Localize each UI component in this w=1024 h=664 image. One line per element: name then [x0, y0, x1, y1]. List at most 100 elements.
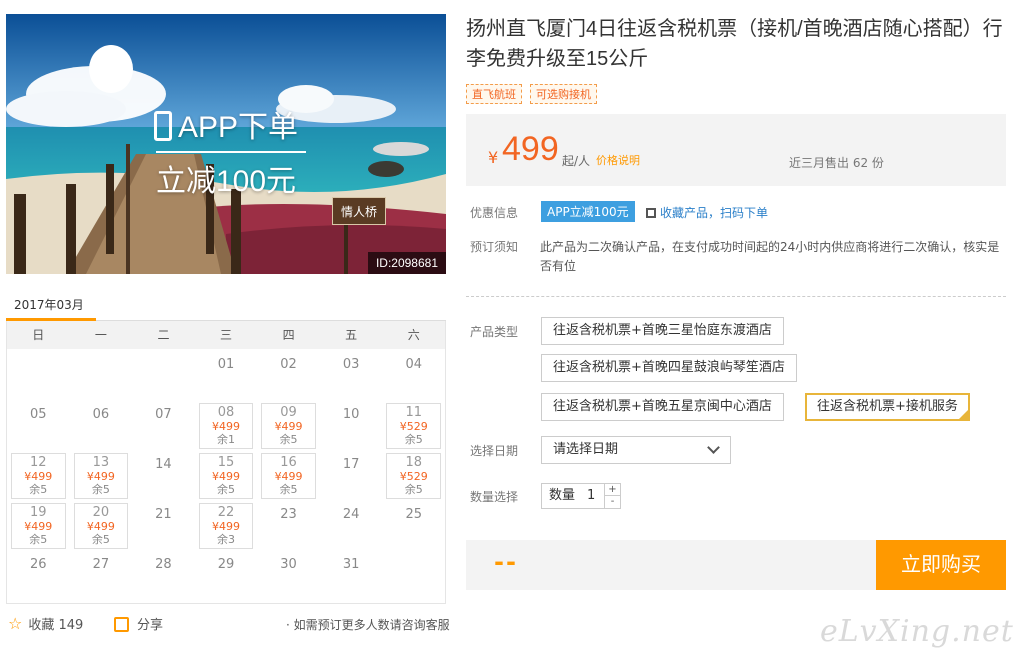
currency-symbol: ¥ — [488, 148, 499, 167]
quantity-stepper[interactable]: 数量 1 + - — [541, 483, 621, 509]
day-remaining: 余5 — [91, 533, 110, 546]
app-promo-discount: 立减100元 — [155, 165, 297, 198]
price-explain-link[interactable]: 价格说明 — [596, 152, 640, 168]
product-type-option-3[interactable]: 往返含税机票+首晚五星京闽中心酒店 — [541, 393, 784, 421]
day-price: ¥499 — [24, 520, 53, 533]
calendar-day: 02 — [257, 351, 320, 401]
bridge-sign: 情人桥 — [332, 197, 386, 225]
qr-order-label: 收藏产品，扫码下单 — [660, 206, 769, 220]
calendar-weekday-header: 日一二三四五六 — [7, 321, 445, 349]
day-number: 20 — [92, 505, 110, 520]
day-price: ¥499 — [86, 520, 115, 533]
day-remaining: 余5 — [91, 483, 110, 496]
date-label: 选择日期 — [470, 444, 519, 458]
day-number: 10 — [342, 407, 360, 422]
weekday-label: 二 — [157, 328, 170, 342]
phone-icon — [153, 111, 172, 141]
quantity-inner-label: 数量 — [549, 488, 576, 503]
day-number: 04 — [405, 357, 422, 372]
site-watermark: eLvXing.net — [820, 614, 1014, 649]
favorite-label: 收藏 — [28, 618, 55, 633]
calendar-day-available[interactable]: 18 ¥529 余5 — [386, 453, 441, 499]
day-remaining: 余5 — [279, 483, 298, 496]
day-number: 11 — [405, 405, 422, 420]
discount-label: 优惠信息 — [470, 206, 519, 220]
day-number: 23 — [280, 507, 297, 522]
day-number: 09 — [280, 405, 297, 420]
buy-now-button[interactable]: 立即购买 — [876, 540, 1006, 590]
day-number: 19 — [30, 505, 47, 520]
day-number: 02 — [280, 357, 297, 372]
calendar-day: 10 — [320, 401, 383, 451]
day-number: 17 — [342, 457, 360, 472]
product-type-option-4-label: 往返含税机票+接机服务 — [817, 399, 958, 414]
tag-direct-flight: 直飞航班 — [466, 84, 522, 104]
product-type-label: 产品类型 — [470, 325, 519, 339]
favorite-button[interactable]: ☆ 收藏 149 — [8, 614, 83, 633]
calendar-day: 21 — [132, 501, 195, 551]
weekday-label: 六 — [407, 328, 420, 342]
weekday-label: 一 — [94, 328, 107, 342]
day-number: 15 — [217, 455, 235, 470]
day-price: ¥499 — [211, 520, 240, 533]
quantity-value: 1 — [587, 488, 596, 503]
calendar-day-available[interactable]: 22 ¥499 余3 — [198, 503, 254, 549]
day-number: 22 — [217, 505, 235, 520]
weekday-label: 三 — [220, 328, 233, 342]
calendar-day: 27 — [70, 551, 133, 601]
calendar-month[interactable]: 2017年03月 — [14, 296, 84, 313]
price-amount: 499 — [502, 130, 559, 168]
quantity-decrease-button[interactable]: - — [604, 496, 620, 508]
day-price: ¥499 — [211, 470, 240, 483]
qr-code-icon — [646, 208, 656, 218]
calendar-day: 23 — [257, 501, 320, 551]
day-remaining: 余5 — [279, 433, 298, 446]
calendar-day: 01 — [195, 351, 258, 401]
calendar-day-available[interactable]: 08 ¥499 余1 — [198, 403, 254, 449]
calendar-day-available[interactable]: 16 ¥499 余5 — [261, 453, 316, 499]
calendar-day-available[interactable]: 09 ¥499 余5 — [261, 403, 316, 449]
day-number: 03 — [342, 357, 360, 372]
app-promo-title: APP下单 — [6, 102, 446, 146]
calendar-day-available[interactable]: 12 ¥499 余5 — [11, 453, 66, 499]
product-type-option-1[interactable]: 往返含税机票+首晚三星怡庭东渡酒店 — [541, 317, 784, 345]
date-select[interactable]: 请选择日期 — [541, 436, 731, 464]
contact-note: · 如需预订更多人数请咨询客服 — [286, 618, 450, 632]
qr-order-link[interactable]: 收藏产品，扫码下单 — [646, 204, 768, 221]
day-remaining: 余3 — [216, 533, 235, 546]
day-number: 21 — [155, 507, 172, 522]
calendar-day: 04 — [382, 351, 445, 401]
calendar-day-available[interactable]: 11 ¥529 余5 — [386, 403, 441, 449]
day-number: 25 — [405, 507, 422, 522]
share-button[interactable]: 分享 — [114, 614, 163, 633]
quantity-increase-button[interactable]: + — [604, 484, 620, 496]
calendar-day-empty — [7, 351, 70, 401]
notice-label: 预订须知 — [470, 240, 519, 254]
product-type-option-2[interactable]: 往返含税机票+首晚四星鼓浪屿琴笙酒店 — [541, 354, 797, 382]
price-unit: 起/人 — [562, 154, 591, 168]
tag-pickup: 可选购接机 — [530, 84, 597, 104]
weekday-label: 日 — [32, 328, 45, 342]
day-price: ¥529 — [399, 420, 428, 433]
day-number: 14 — [155, 457, 172, 472]
calendar-day-available[interactable]: 19 ¥499 余5 — [11, 503, 66, 549]
day-number: 29 — [217, 557, 235, 572]
app-promo-text: APP下单 — [177, 111, 299, 144]
favorite-count: 149 — [58, 618, 84, 633]
day-number: 08 — [217, 405, 235, 420]
day-remaining: 余5 — [216, 483, 235, 496]
product-type-option-4-selected[interactable]: 往返含税机票+接机服务 — [805, 393, 970, 421]
calendar-day-empty — [132, 351, 195, 401]
calendar-day-available[interactable]: 15 ¥499 余5 — [198, 453, 254, 499]
calendar-day: 03 — [320, 351, 383, 401]
day-number: 06 — [92, 407, 110, 422]
promo-divider — [156, 151, 306, 153]
calendar-day: 07 — [132, 401, 195, 451]
calendar-day-available[interactable]: 20 ¥499 余5 — [73, 503, 129, 549]
day-remaining: 余5 — [404, 433, 423, 446]
calendar-day: 06 — [70, 401, 133, 451]
product-title: 扬州直飞厦门4日往返含税机票（接机/首晚酒店随心搭配）行李免费升级至15公斤 — [466, 18, 1003, 70]
calendar-day-available[interactable]: 13 ¥499 余5 — [73, 453, 129, 499]
day-number: 30 — [280, 557, 297, 572]
product-hero-image[interactable]: APP下单 立减100元 情人桥 ID:2098681 — [6, 14, 446, 274]
